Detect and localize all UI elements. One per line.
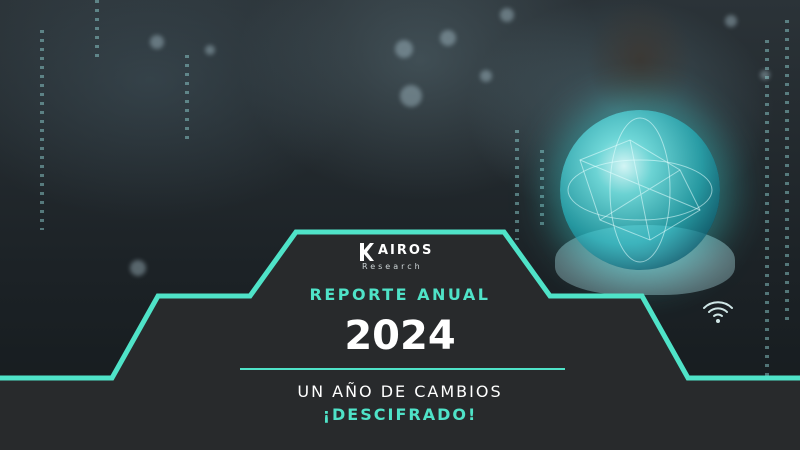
k-logo-icon xyxy=(360,243,374,261)
cover-tagline: ¡DESCIFRADO! xyxy=(322,405,478,424)
report-year: 2024 xyxy=(344,313,456,359)
brand-name: AIROS xyxy=(378,243,434,258)
divider-line xyxy=(240,368,565,370)
kairos-logo: AIROS Research xyxy=(360,240,450,276)
cover-subtitle: UN AÑO DE CAMBIOS xyxy=(297,382,503,401)
brand-subtitle: Research xyxy=(362,262,423,271)
annual-report-cover: AIROS Research REPORTE ANUAL 2024 UN AÑO… xyxy=(0,0,800,450)
report-label: REPORTE ANUAL xyxy=(309,285,491,304)
